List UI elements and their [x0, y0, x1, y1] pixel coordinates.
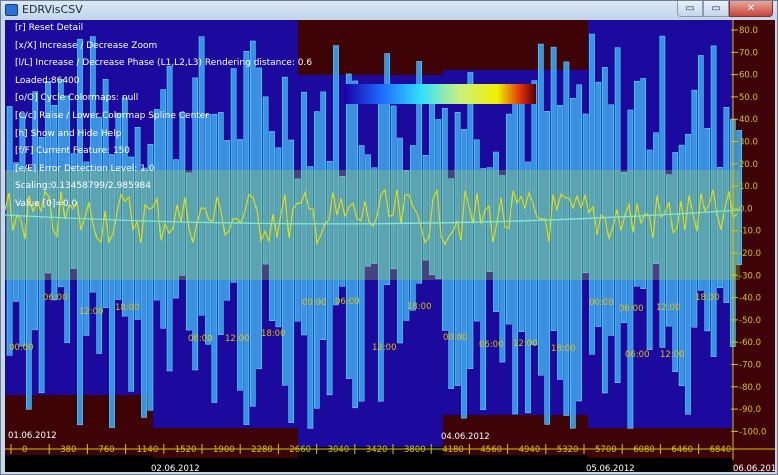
y-tick-label: 60.0	[739, 71, 758, 81]
date-label: 05.06.2012	[586, 464, 635, 472]
y-tick-label: 50.0	[739, 93, 758, 103]
y-tick-label: 20.0	[739, 160, 758, 170]
date-label: 01.06.2012	[8, 431, 57, 441]
x-tick-label: 5320	[557, 445, 579, 455]
date-label: 04.06.2012	[441, 432, 490, 442]
x-tick-label: 2280	[251, 445, 273, 455]
y-tick-label: -30.0	[739, 271, 761, 281]
y-tick-label: -80.0	[739, 383, 761, 393]
y-tick-label: 70.0	[739, 48, 758, 58]
x-tick-label: 3040	[328, 445, 350, 455]
x-tick-label: 3800	[404, 445, 426, 455]
time-label: 12:00	[656, 303, 681, 313]
window-title: EDRVisCSV	[22, 3, 83, 16]
visualization-canvas[interactable]: 80.0 70.0 60.0 50.0 40.0 30.0 20.0 10.0 0.0 -10.0…	[5, 20, 775, 472]
help-overlay: [r] Reset Detail [x/X] Increase / Decreas…	[15, 20, 312, 214]
help-line: Scaling:0.13458799/2.985984	[15, 181, 151, 192]
time-label: 12:00	[513, 339, 538, 349]
x-tick-label: 6840	[710, 445, 732, 455]
y-tick-label: -20.0	[739, 249, 761, 259]
y-tick-label: -90.0	[739, 405, 761, 415]
maximize-button[interactable]: ▭	[703, 1, 729, 17]
time-label: 00:00	[302, 298, 327, 308]
x-tick-label: 4560	[480, 445, 502, 455]
x-tick-label: 3420	[366, 445, 388, 455]
x-tick-label: 0	[22, 445, 27, 455]
x-tick-label: 1520	[175, 445, 197, 455]
help-line: [o/O] Cycle Colormaps: null	[15, 93, 139, 104]
time-label: 06:00	[625, 350, 650, 360]
time-label: 18:00	[115, 303, 140, 313]
help-line: [l/L] Increase / Decrease Phase (L1,L2,L…	[15, 58, 313, 69]
y-tick-label: 30.0	[739, 138, 758, 148]
x-tick-label: 5700	[595, 445, 617, 455]
y-tick-label: -100.0	[739, 427, 766, 437]
help-line: [h] Show and Hide Help	[15, 128, 122, 139]
x-tick-label: 2660	[289, 445, 311, 455]
time-label: 06:00	[619, 304, 644, 314]
window-controls: ▭ ▭ ✕	[677, 1, 773, 17]
y-tick-label: -40.0	[739, 294, 761, 304]
x-tick-label: 1140	[137, 445, 159, 455]
y-tick-label: -70.0	[739, 361, 761, 371]
time-label: 12:00	[660, 350, 685, 360]
time-label: 06:00	[479, 340, 504, 350]
time-label: 06:00	[43, 293, 68, 303]
y-tick-label: -50.0	[739, 316, 761, 326]
time-label: 12:00	[79, 307, 104, 317]
y-tick-label: 40.0	[739, 115, 758, 125]
time-label: 18:00	[695, 293, 720, 303]
help-line: [x/X] Increase / Decrease Zoom	[15, 40, 158, 51]
help-line: Value [0]=0.0	[15, 198, 78, 209]
minimize-button[interactable]: ▭	[677, 1, 703, 17]
help-line: [C/c] Raise / Lower Colormap Spline Cent…	[15, 110, 210, 121]
time-label: 12:00	[372, 343, 397, 353]
app-icon	[5, 4, 18, 16]
x-tick-label: 380	[60, 445, 76, 455]
y-tick-label: 10.0	[739, 182, 758, 192]
x-tick-label: 760	[98, 445, 114, 455]
colormap-legend	[344, 84, 536, 104]
time-label: 18:00	[407, 302, 432, 312]
help-line: [r] Reset Detail	[15, 23, 84, 33]
help-line: [e/E] Error Detection Level: 1.0	[15, 163, 155, 174]
time-label: 18:00	[261, 329, 286, 339]
time-label: 06:00	[335, 297, 360, 307]
y-tick-label: 0.0	[739, 204, 753, 214]
time-label: 18:00	[551, 344, 576, 354]
time-label: 00:00	[443, 333, 468, 343]
date-label: 06.06.2012	[733, 464, 775, 472]
time-label: 12:00	[225, 334, 250, 344]
y-tick-label: -60.0	[739, 338, 761, 348]
help-line: [f/F] Current Feature: 150	[15, 146, 131, 157]
close-button[interactable]: ✕	[729, 1, 773, 17]
help-line: Loaded:86400	[15, 75, 80, 86]
time-label: 00:00	[9, 343, 34, 353]
x-tick-label: 4940	[519, 445, 541, 455]
x-tick-label: 6080	[633, 445, 655, 455]
time-label: 00:00	[589, 298, 614, 308]
y-tick-label: 80.0	[739, 26, 758, 36]
time-label: 06:00	[188, 334, 213, 344]
date-label: 02.06.2012	[151, 464, 200, 472]
x-tick-label: 4180	[442, 445, 464, 455]
x-tick-label: 1900	[213, 445, 235, 455]
y-tick-label: -10.0	[739, 227, 761, 237]
x-tick-label: 6460	[671, 445, 693, 455]
title-bar[interactable]: EDRVisCSV ▭ ▭ ✕	[1, 1, 777, 19]
app-window: EDRVisCSV ▭ ▭ ✕ 80.0 70.0 60.0 50.0 40.0 30.0…	[0, 0, 778, 475]
